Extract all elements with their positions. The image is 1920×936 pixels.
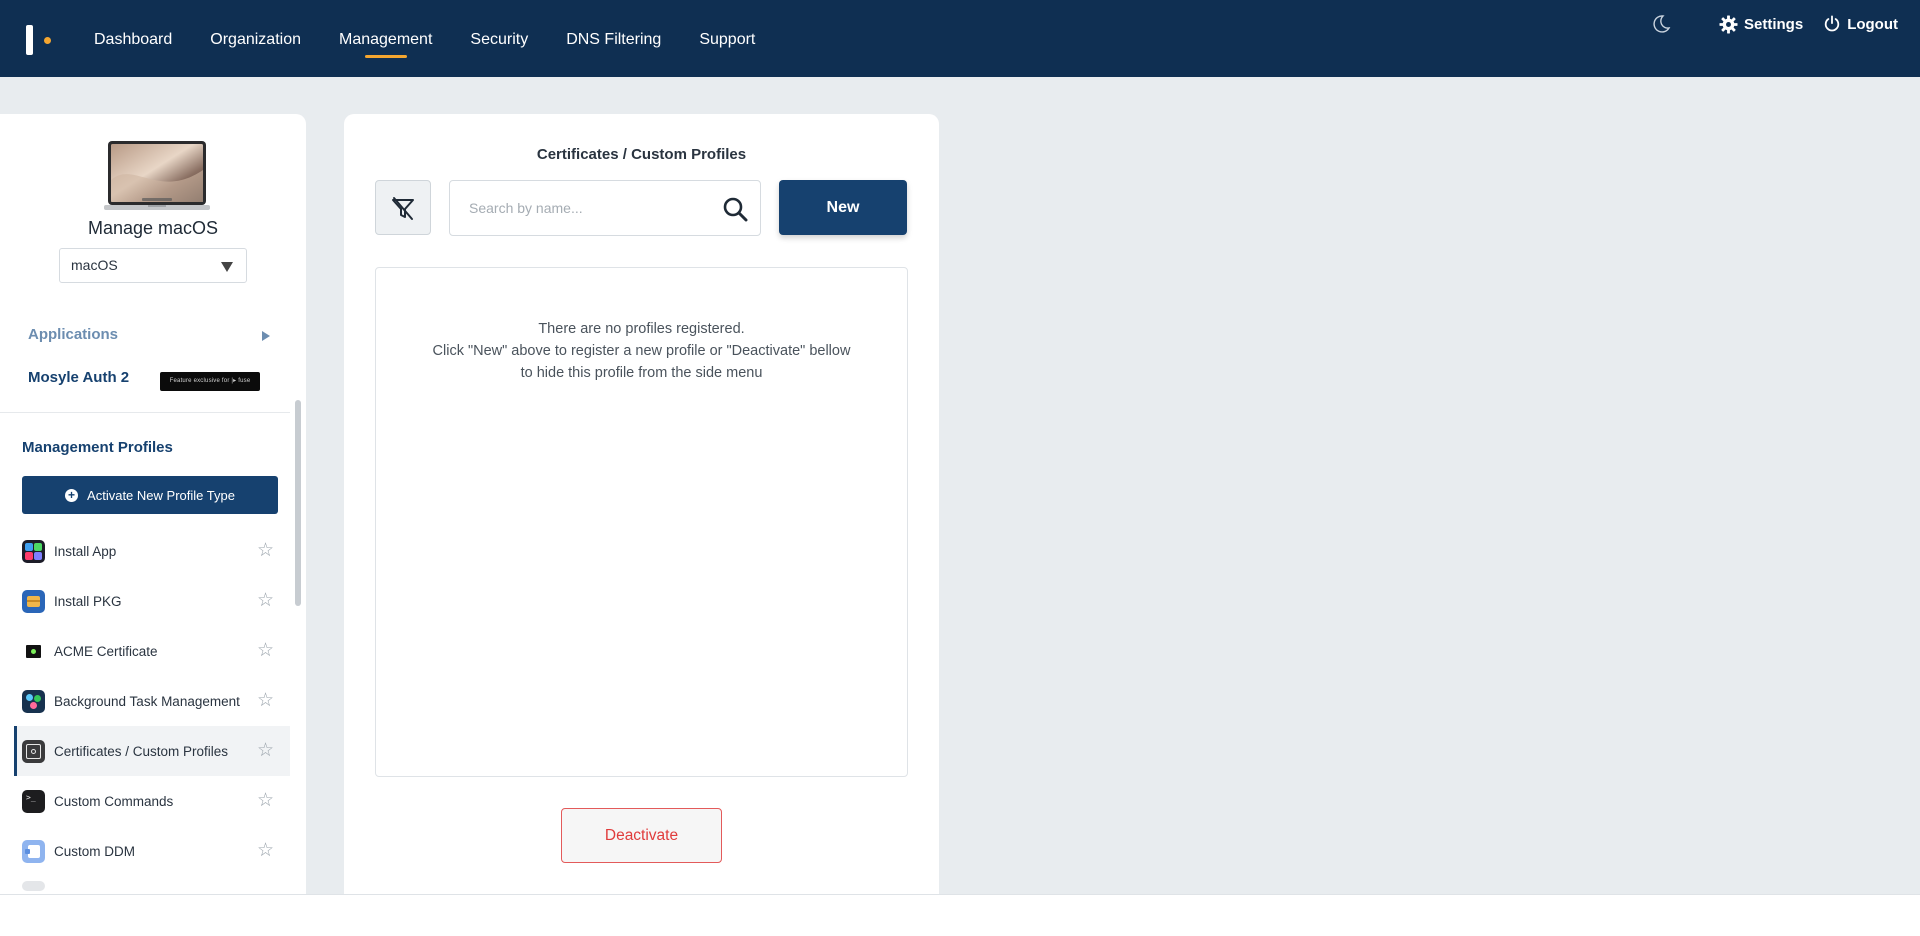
bottom-strip: [0, 894, 1920, 936]
mosyle-logo[interactable]: [26, 25, 54, 55]
partial-icon: [22, 881, 45, 891]
power-icon: [1824, 15, 1840, 32]
empty-line-1: There are no profiles registered.: [538, 321, 745, 337]
new-button[interactable]: New: [779, 180, 907, 235]
acme-certificate-icon: [22, 639, 45, 663]
profile-label: Custom DDM: [54, 843, 136, 859]
custom-ddm-icon: [22, 839, 45, 863]
logo-dot: [44, 37, 51, 44]
moon-icon[interactable]: [1651, 14, 1671, 34]
profile-label: ACME Certificate: [54, 643, 158, 659]
logout-label: Logout: [1847, 15, 1898, 33]
certificates-icon: [22, 739, 45, 763]
profile-item-partial[interactable]: [14, 876, 290, 894]
sidebar-panel: Manage macOS macOS Applications Mosyle A…: [0, 114, 306, 894]
search-box: [449, 180, 761, 236]
macbook-icon: [104, 141, 210, 210]
star-icon[interactable]: ☆: [257, 641, 274, 660]
nav-management[interactable]: Management: [339, 0, 432, 77]
sidebar-item-applications[interactable]: Applications: [28, 326, 118, 343]
install-app-icon: [22, 539, 45, 563]
profile-item-custom-commands[interactable]: >_ Custom Commands ☆: [14, 776, 290, 826]
settings-button[interactable]: Settings: [1719, 14, 1804, 34]
profiles-list-empty: There are no profiles registered. Click …: [375, 267, 908, 777]
star-icon[interactable]: ☆: [257, 791, 274, 810]
nav-dns-filtering[interactable]: DNS Filtering: [566, 0, 661, 77]
empty-line-3: to hide this profile from the side menu: [520, 365, 763, 381]
logo-bar: [26, 25, 33, 55]
divider: [0, 412, 290, 413]
main-nav: Dashboard Organization Management Securi…: [94, 0, 793, 77]
profile-label: Install PKG: [54, 593, 122, 609]
activate-new-profile-button[interactable]: + Activate New Profile Type: [22, 476, 278, 514]
page-title: Certificates / Custom Profiles: [536, 146, 747, 163]
profile-label: Install App: [54, 543, 117, 559]
deactivate-button[interactable]: Deactivate: [561, 808, 722, 863]
main-card: Certificates / Custom Profiles New There…: [344, 114, 939, 894]
background-task-icon: [22, 689, 45, 713]
clear-filter-button[interactable]: [375, 180, 431, 235]
management-profiles-title: Management Profiles: [22, 439, 173, 456]
install-pkg-icon: [22, 589, 45, 613]
star-icon[interactable]: ☆: [257, 841, 274, 860]
top-right-actions: Settings Logout: [1651, 0, 1898, 48]
nav-dashboard[interactable]: Dashboard: [94, 0, 172, 77]
profile-item-install-app[interactable]: Install App ☆: [14, 526, 290, 576]
top-navbar: Dashboard Organization Management Securi…: [0, 0, 1920, 77]
os-select-value: macOS: [71, 257, 118, 273]
settings-label: Settings: [1744, 15, 1804, 33]
fuse-exclusive-badge: Feature exclusive for |▸ fuse: [160, 372, 260, 391]
caret-right-icon[interactable]: [262, 331, 270, 341]
os-select[interactable]: macOS: [59, 248, 247, 283]
empty-line-2: Click "New" above to register a new prof…: [432, 343, 851, 359]
profile-item-install-pkg[interactable]: Install PKG ☆: [14, 576, 290, 626]
logout-button[interactable]: Logout: [1823, 15, 1898, 33]
filter-off-icon: [392, 196, 414, 220]
profile-label: Background Task Management: [54, 693, 240, 709]
nav-support[interactable]: Support: [699, 0, 755, 77]
sidebar-item-mosyle-auth[interactable]: Mosyle Auth 2: [28, 369, 129, 386]
nav-organization[interactable]: Organization: [210, 0, 301, 77]
empty-state-text: There are no profiles registered. Click …: [376, 318, 907, 384]
activate-button-label: Activate New Profile Type: [87, 487, 235, 503]
gear-icon: [1719, 14, 1738, 34]
profile-item-acme-certificate[interactable]: ACME Certificate ☆: [14, 626, 290, 676]
star-icon[interactable]: ☆: [257, 591, 274, 610]
profile-label: Custom Commands: [54, 793, 174, 809]
search-icon[interactable]: [722, 196, 748, 222]
profile-label: Certificates / Custom Profiles: [54, 743, 229, 759]
profile-list: Install App ☆ Install PKG ☆ ACME Certifi…: [14, 526, 290, 894]
star-icon[interactable]: ☆: [257, 541, 274, 560]
star-icon[interactable]: ☆: [257, 691, 274, 710]
profile-item-certificates-custom-profiles[interactable]: Certificates / Custom Profiles ☆: [14, 726, 290, 776]
sidebar-scrollbar[interactable]: [295, 400, 301, 606]
terminal-icon: >_: [22, 789, 45, 813]
profile-item-custom-ddm[interactable]: Custom DDM ☆: [14, 826, 290, 876]
search-input[interactable]: [451, 182, 701, 234]
star-icon[interactable]: ☆: [257, 741, 274, 760]
plus-circle-icon: +: [65, 488, 79, 502]
profile-item-background-task-management[interactable]: Background Task Management ☆: [14, 676, 290, 726]
nav-security[interactable]: Security: [470, 0, 528, 77]
manage-os-title: Manage macOS: [87, 218, 219, 238]
caret-down-icon: [221, 262, 233, 272]
